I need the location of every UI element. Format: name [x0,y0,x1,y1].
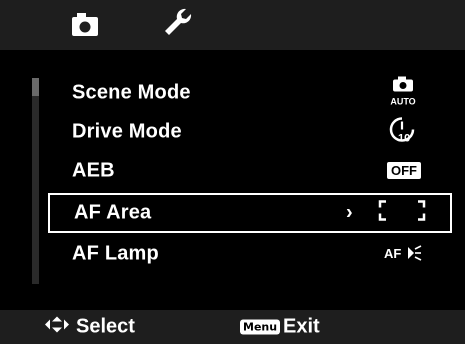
self-timer-10s-icon: 10 [388,116,416,149]
tab-bar [0,0,465,50]
menu-item-label: AF Lamp [72,242,159,265]
footer-select-label: Select [76,315,135,338]
wrench-icon [165,8,192,36]
menu-item-aeb[interactable]: AEB OFF [48,151,452,191]
af-lamp-icon: AF [384,245,422,263]
menu-item-label: Drive Mode [72,120,182,143]
menu-item-drive-mode[interactable]: Drive Mode 10 [48,112,452,152]
scene-auto-icon: AUTO [386,76,420,110]
af-area-brackets-icon [378,200,426,227]
menu-button-icon: Menu [240,319,281,335]
menu-scrollbar[interactable] [32,78,39,284]
submenu-arrow-icon: › [346,201,353,224]
tab-setup[interactable] [150,0,208,50]
af-lamp-text: AF [384,246,402,261]
menu-scrollbar-thumb[interactable] [32,78,39,96]
footer-exit-label: Exit [283,315,320,338]
off-badge: OFF [387,162,421,179]
scene-auto-text: AUTO [390,96,416,107]
tab-camera[interactable] [56,0,114,50]
camera-icon [72,13,98,36]
menu-item-af-area[interactable]: AF Area › [48,193,452,233]
off-badge-icon: OFF [387,162,421,180]
dpad-select-icon [44,316,70,339]
menu-item-scene-mode[interactable]: Scene Mode AUTO [48,73,452,113]
menu-item-af-lamp[interactable]: AF Lamp AF [48,234,452,274]
footer-bar: Select Menu Exit [0,310,465,344]
svg-text:10: 10 [398,133,410,144]
menu-item-label: AF Area [74,201,152,224]
menu-item-label: AEB [72,159,115,182]
menu-item-label: Scene Mode [72,81,191,104]
